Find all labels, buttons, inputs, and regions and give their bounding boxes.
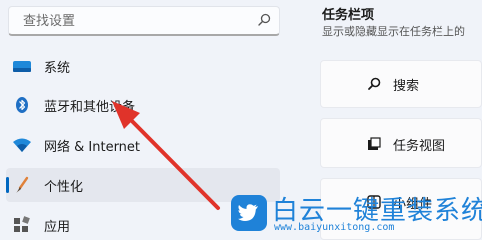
watermark-url: www.baiyunxitong.com: [274, 222, 395, 233]
watermark: 白云一键重装系统 www.baiyunxitong.com: [224, 190, 482, 240]
taskbar-item-task-view[interactable]: 任务视图: [320, 118, 482, 168]
bluetooth-icon: [16, 97, 28, 113]
settings-search-box[interactable]: [8, 6, 280, 36]
brush-icon: [16, 176, 29, 193]
search-input[interactable]: [23, 12, 253, 30]
search-icon[interactable]: [257, 13, 271, 27]
sidebar-item-label: 个性化: [44, 180, 84, 195]
section-title: 任务栏项: [322, 8, 375, 23]
sidebar-item-label: 应用: [44, 220, 71, 235]
twitter-bird-logo-icon: [231, 195, 267, 231]
sidebar-item-system[interactable]: 系统: [6, 49, 280, 83]
monitor-icon: [13, 61, 31, 72]
taskbar-item-label: 任务视图: [393, 139, 446, 154]
sidebar-item-label: 网络 & Internet: [44, 140, 141, 155]
sidebar-item-bluetooth[interactable]: 蓝牙和其他设备: [6, 88, 280, 122]
section-description: 显示或隐藏显示在任务栏上的: [322, 25, 465, 38]
sidebar-item-network[interactable]: 网络 & Internet: [6, 128, 280, 162]
task-view-icon: [368, 137, 381, 150]
sidebar-item-label: 蓝牙和其他设备: [44, 100, 136, 115]
apps-icon: [14, 216, 30, 232]
search-icon: [368, 77, 381, 90]
taskbar-item-label: 搜索: [393, 79, 420, 94]
sidebar-item-label: 系统: [44, 61, 71, 76]
selection-indicator: [6, 177, 9, 193]
wifi-icon: [13, 138, 31, 152]
taskbar-item-search[interactable]: 搜索: [320, 60, 482, 108]
